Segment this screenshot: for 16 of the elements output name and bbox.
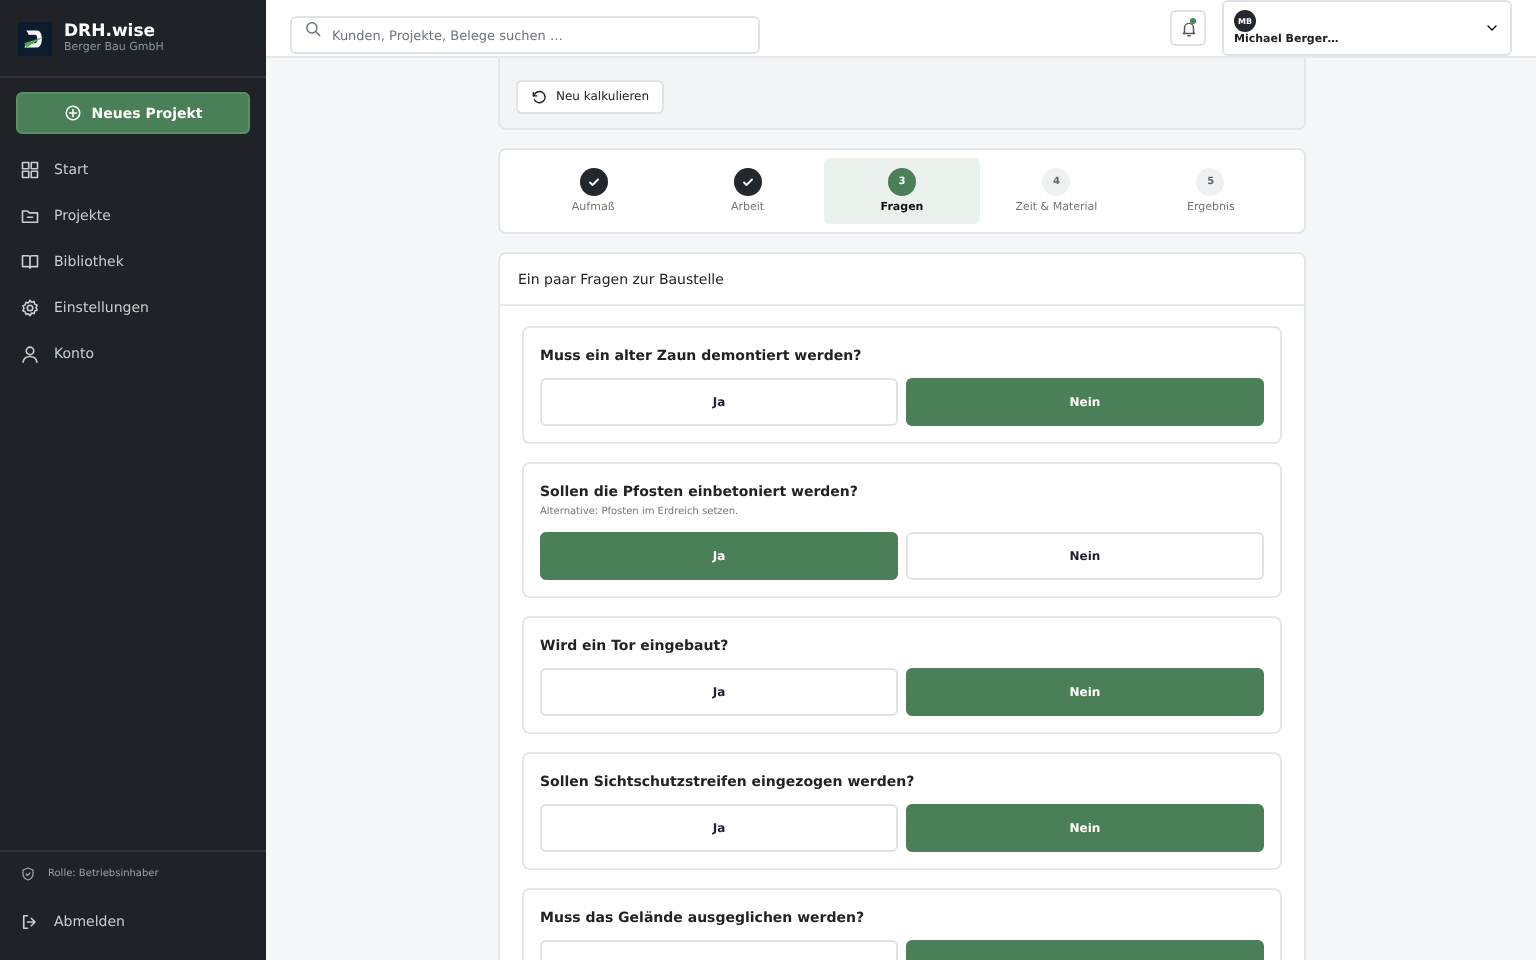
app-name: DRH.wise: [64, 22, 156, 42]
folder-icon: [20, 205, 40, 225]
book-icon: [20, 251, 40, 271]
notification-button[interactable]: [1170, 10, 1206, 46]
refresh-icon: [530, 88, 548, 106]
plus-circle-icon: [63, 104, 82, 122]
grid-icon: [20, 159, 40, 179]
shield-icon: [20, 866, 36, 882]
check-icon: [739, 174, 756, 190]
search-icon: [304, 19, 322, 37]
check-icon: [585, 174, 602, 190]
gear-icon: [20, 297, 40, 317]
chevron-down-icon: [1484, 20, 1500, 36]
user-icon: [20, 343, 40, 363]
bell-icon: [1179, 19, 1197, 37]
logout-icon: [20, 911, 40, 931]
